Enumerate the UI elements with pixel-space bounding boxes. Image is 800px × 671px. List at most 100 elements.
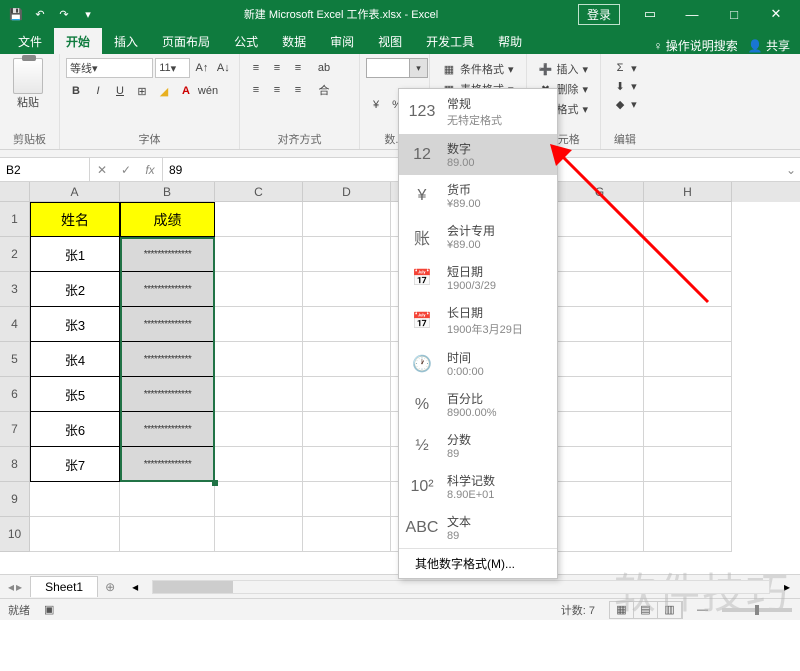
cell[interactable] bbox=[556, 412, 644, 447]
cell[interactable]: 张4 bbox=[30, 342, 120, 377]
cell[interactable]: ************** bbox=[120, 272, 215, 307]
fx-icon[interactable]: fx bbox=[138, 158, 162, 181]
cell[interactable]: 张3 bbox=[30, 307, 120, 342]
row-header[interactable]: 6 bbox=[0, 377, 30, 412]
sheet-tab[interactable]: Sheet1 bbox=[30, 576, 98, 597]
share-button[interactable]: 👤 共享 bbox=[748, 37, 790, 54]
cell[interactable] bbox=[215, 307, 303, 342]
cell[interactable] bbox=[644, 447, 732, 482]
cell[interactable] bbox=[215, 237, 303, 272]
tab-pagelayout[interactable]: 页面布局 bbox=[150, 28, 222, 54]
cancel-icon[interactable]: ✕ bbox=[90, 158, 114, 181]
sheet-nav-prev[interactable]: ◂ bbox=[8, 580, 14, 594]
font-color-button[interactable]: A bbox=[176, 81, 196, 101]
cell[interactable] bbox=[644, 307, 732, 342]
maximize-button[interactable]: □ bbox=[714, 0, 754, 28]
cell[interactable] bbox=[556, 377, 644, 412]
grow-font-icon[interactable]: A↑ bbox=[192, 58, 211, 78]
cell[interactable] bbox=[644, 342, 732, 377]
cell[interactable] bbox=[120, 517, 215, 552]
undo-icon[interactable]: ↶ bbox=[30, 4, 50, 24]
paste-button[interactable]: 粘贴 bbox=[6, 58, 50, 110]
cell[interactable] bbox=[215, 202, 303, 237]
font-size-combo[interactable]: 11 ▾ bbox=[155, 58, 190, 78]
col-header[interactable]: D bbox=[303, 182, 391, 202]
cell[interactable]: ************** bbox=[120, 307, 215, 342]
phonetic-button[interactable]: wén bbox=[198, 81, 218, 101]
fill-color-button[interactable]: ◢ bbox=[154, 81, 174, 101]
tellme-search[interactable]: ♀ 操作说明搜索 bbox=[653, 37, 737, 54]
macro-record-icon[interactable]: ▣ bbox=[44, 603, 54, 616]
bold-button[interactable]: B bbox=[66, 81, 86, 101]
name-box[interactable]: B2 bbox=[0, 158, 90, 181]
cell[interactable]: 张7 bbox=[30, 447, 120, 482]
chevron-down-icon[interactable]: ▾ bbox=[409, 59, 427, 77]
number-format-option[interactable]: %百分比8900.00% bbox=[399, 384, 557, 425]
cell[interactable]: ************** bbox=[120, 237, 215, 272]
number-format-option[interactable]: ¥货币¥89.00 bbox=[399, 175, 557, 216]
italic-button[interactable]: I bbox=[88, 81, 108, 101]
cell[interactable] bbox=[303, 447, 391, 482]
conditional-format-button[interactable]: ▦条件格式 ▾ bbox=[440, 60, 516, 78]
shrink-font-icon[interactable]: A↓ bbox=[214, 58, 233, 78]
minimize-button[interactable]: — bbox=[672, 0, 712, 28]
scroll-left-icon[interactable]: ◂ bbox=[132, 580, 138, 594]
cell[interactable] bbox=[556, 517, 644, 552]
page-break-icon[interactable]: ▥ bbox=[658, 602, 682, 618]
fill-button[interactable]: ⬇▾ bbox=[611, 78, 639, 94]
tab-help[interactable]: 帮助 bbox=[486, 28, 534, 54]
qat-more-icon[interactable]: ▾ bbox=[78, 4, 98, 24]
cell[interactable]: ************** bbox=[120, 447, 215, 482]
add-sheet-button[interactable]: ⊕ bbox=[98, 580, 122, 594]
scroll-right-icon[interactable]: ▸ bbox=[784, 580, 790, 594]
cell[interactable] bbox=[303, 517, 391, 552]
enter-icon[interactable]: ✓ bbox=[114, 158, 138, 181]
cell[interactable] bbox=[556, 307, 644, 342]
horizontal-scrollbar[interactable]: ◂ ▸ bbox=[122, 580, 800, 594]
row-header[interactable]: 8 bbox=[0, 447, 30, 482]
cell[interactable]: ************** bbox=[120, 412, 215, 447]
scroll-thumb[interactable] bbox=[153, 581, 233, 593]
redo-icon[interactable]: ↷ bbox=[54, 4, 74, 24]
col-header[interactable]: H bbox=[644, 182, 732, 202]
cell[interactable]: 张2 bbox=[30, 272, 120, 307]
tab-data[interactable]: 数据 bbox=[270, 28, 318, 54]
cell[interactable]: ************** bbox=[120, 342, 215, 377]
font-name-combo[interactable]: 等线 ▾ bbox=[66, 58, 153, 78]
cell[interactable] bbox=[120, 482, 215, 517]
currency-button[interactable]: ¥ bbox=[366, 95, 386, 115]
select-all-corner[interactable] bbox=[0, 182, 30, 202]
number-format-option[interactable]: 12数字89.00 bbox=[399, 134, 557, 175]
cell[interactable] bbox=[644, 377, 732, 412]
cell[interactable] bbox=[303, 237, 391, 272]
row-header[interactable]: 5 bbox=[0, 342, 30, 377]
cell[interactable] bbox=[556, 342, 644, 377]
cell[interactable] bbox=[215, 377, 303, 412]
number-format-option[interactable]: 账会计专用¥89.00 bbox=[399, 216, 557, 257]
more-number-formats[interactable]: 其他数字格式(M)... bbox=[399, 548, 557, 578]
cell[interactable] bbox=[30, 482, 120, 517]
cell[interactable] bbox=[644, 412, 732, 447]
fill-handle[interactable] bbox=[212, 480, 218, 486]
view-buttons[interactable]: ▦ ▤ ▥ bbox=[609, 601, 683, 619]
number-format-option[interactable]: 📅长日期1900年3月29日 bbox=[399, 298, 557, 343]
cell[interactable] bbox=[556, 482, 644, 517]
autosum-button[interactable]: Σ▾ bbox=[611, 60, 639, 76]
tab-formulas[interactable]: 公式 bbox=[222, 28, 270, 54]
zoom-out-button[interactable]: — bbox=[697, 604, 708, 616]
cell[interactable] bbox=[303, 412, 391, 447]
row-header[interactable]: 3 bbox=[0, 272, 30, 307]
cell[interactable] bbox=[215, 482, 303, 517]
cell[interactable] bbox=[644, 202, 732, 237]
cell[interactable] bbox=[303, 342, 391, 377]
tab-insert[interactable]: 插入 bbox=[102, 28, 150, 54]
login-button[interactable]: 登录 bbox=[578, 4, 620, 25]
insert-cells-button[interactable]: ➕插入 ▾ bbox=[537, 60, 591, 78]
row-header[interactable]: 10 bbox=[0, 517, 30, 552]
cell[interactable] bbox=[30, 517, 120, 552]
underline-button[interactable]: U bbox=[110, 81, 130, 101]
number-format-option[interactable]: 📅短日期1900/3/29 bbox=[399, 257, 557, 298]
cell[interactable] bbox=[303, 202, 391, 237]
normal-view-icon[interactable]: ▦ bbox=[610, 602, 634, 618]
number-format-option[interactable]: 🕐时间0:00:00 bbox=[399, 343, 557, 384]
